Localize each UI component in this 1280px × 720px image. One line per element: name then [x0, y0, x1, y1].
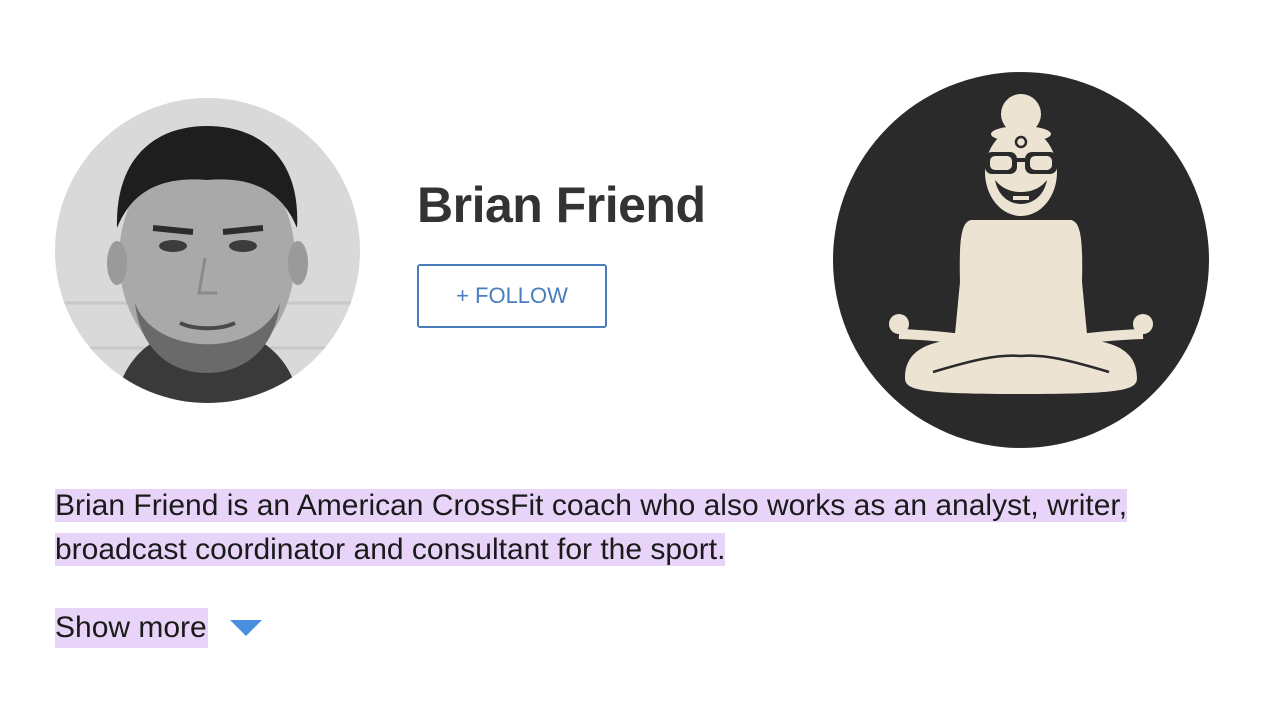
logo-graphic — [833, 72, 1209, 448]
show-more-label: Show more — [55, 608, 208, 648]
meditating-figure-logo — [833, 72, 1209, 448]
profile-card: Brian Friend + FOLLOW Brian Friend is an… — [0, 0, 1280, 720]
show-more-button[interactable]: Show more — [55, 608, 262, 648]
profile-avatar — [55, 98, 360, 403]
profile-name: Brian Friend — [417, 177, 706, 233]
description-text: Brian Friend is an American CrossFit coa… — [55, 489, 1128, 566]
chevron-down-icon — [229, 620, 262, 636]
avatar-photo — [55, 98, 360, 403]
profile-description: Brian Friend is an American CrossFit coa… — [55, 484, 1225, 572]
follow-button[interactable]: + FOLLOW — [417, 264, 607, 328]
